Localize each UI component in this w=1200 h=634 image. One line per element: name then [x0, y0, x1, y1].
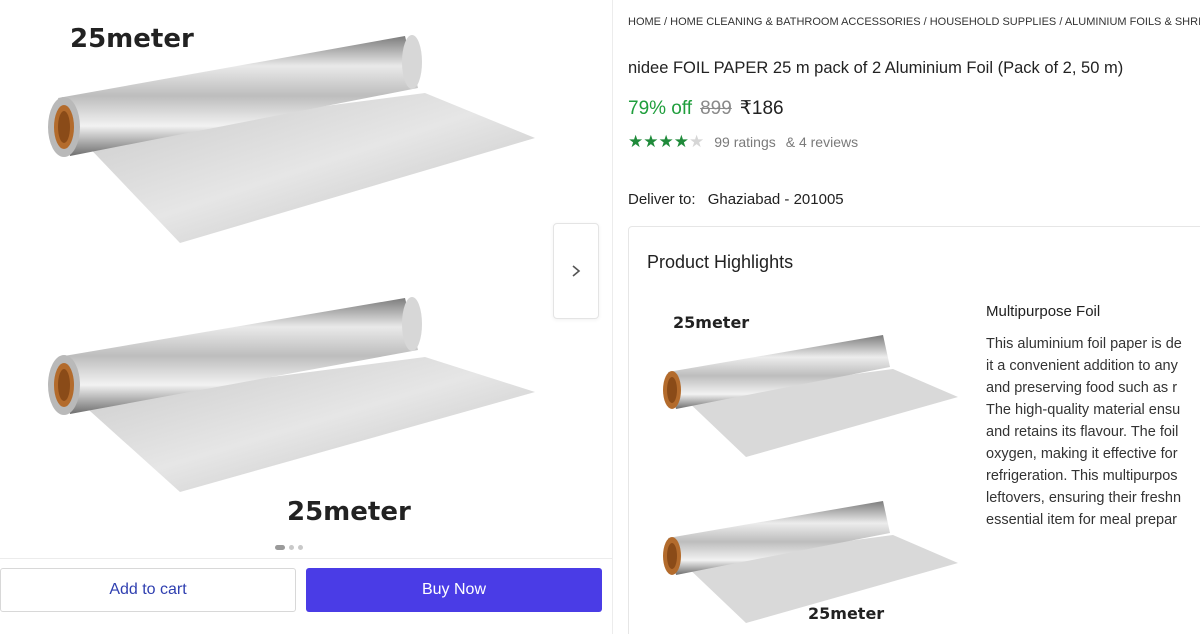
- delivery-location[interactable]: Deliver to: Ghaziabad - 201005: [628, 191, 844, 208]
- discount-percent: 79% off: [628, 98, 693, 119]
- carousel-dot[interactable]: [289, 545, 294, 550]
- divider: [0, 558, 612, 559]
- description-line: refrigeration. This multipurpos: [986, 468, 1178, 484]
- product-image-gallery: 25meter 25meter Add to cart Buy Now: [0, 0, 612, 634]
- reviews-count[interactable]: & 4 reviews: [786, 134, 858, 150]
- highlights-image-label-bottom: 25meter: [808, 604, 885, 623]
- highlight-description: This aluminium foil paper is de it a con…: [986, 333, 1200, 531]
- next-image-button[interactable]: [553, 223, 599, 319]
- image-label-bottom: 25meter: [287, 497, 411, 527]
- chevron-right-icon: [572, 265, 581, 277]
- description-line: leftovers, ensuring their freshn: [986, 490, 1182, 506]
- description-line: it a convenient addition to any: [986, 358, 1178, 374]
- foil-roll-image: [663, 501, 958, 623]
- ratings-count[interactable]: 99 ratings: [714, 134, 775, 150]
- star-filled-icon: ★: [643, 132, 659, 151]
- description-line: essential item for meal prepar: [986, 512, 1177, 528]
- star-filled-icon: ★: [658, 132, 674, 151]
- star-empty-icon: ★: [689, 132, 705, 151]
- highlights-image: 25meter 25meter: [653, 299, 973, 634]
- highlight-heading: Multipurpose Foil: [986, 303, 1101, 320]
- star-filled-icon: ★: [673, 132, 689, 151]
- rating-row: ★ ★ ★ ★ ★ 99 ratings & 4 reviews: [628, 133, 858, 150]
- description-line: oxygen, making it effective for: [986, 446, 1178, 462]
- deliver-label: Deliver to:: [628, 191, 696, 208]
- delivery-pincode: Ghaziabad - 201005: [707, 191, 844, 208]
- product-highlights-card: Product Highlights 25meter 25meter Multi…: [628, 226, 1200, 634]
- star-rating: ★ ★ ★ ★ ★: [628, 133, 704, 150]
- product-details: HOME / HOME CLEANING & BATHROOM ACCESSOR…: [628, 0, 1200, 634]
- breadcrumb[interactable]: HOME / HOME CLEANING & BATHROOM ACCESSOR…: [628, 16, 1200, 28]
- selling-price: ₹186: [739, 98, 784, 119]
- description-line: and preserving food such as r: [986, 380, 1178, 396]
- foil-roll-image-bottom: [48, 297, 535, 492]
- buy-now-button[interactable]: Buy Now: [306, 568, 602, 612]
- price-row: 79% off 899 ₹186: [628, 97, 784, 120]
- product-title: nidee FOIL PAPER 25 m pack of 2 Aluminiu…: [628, 59, 1124, 77]
- description-line: The high-quality material ensu: [986, 402, 1181, 418]
- carousel-dot[interactable]: [275, 545, 285, 550]
- description-line: This aluminium foil paper is de: [986, 336, 1182, 352]
- carousel-dot[interactable]: [298, 545, 303, 550]
- star-filled-icon: ★: [628, 132, 644, 151]
- description-line: and retains its flavour. The foil: [986, 424, 1179, 440]
- foil-roll-image-top: [48, 35, 535, 243]
- original-price: 899: [700, 98, 732, 119]
- carousel-dots: [275, 545, 303, 550]
- add-to-cart-button[interactable]: Add to cart: [0, 568, 296, 612]
- highlights-title: Product Highlights: [647, 252, 794, 272]
- foil-roll-image: [663, 335, 958, 457]
- divider: [612, 0, 613, 634]
